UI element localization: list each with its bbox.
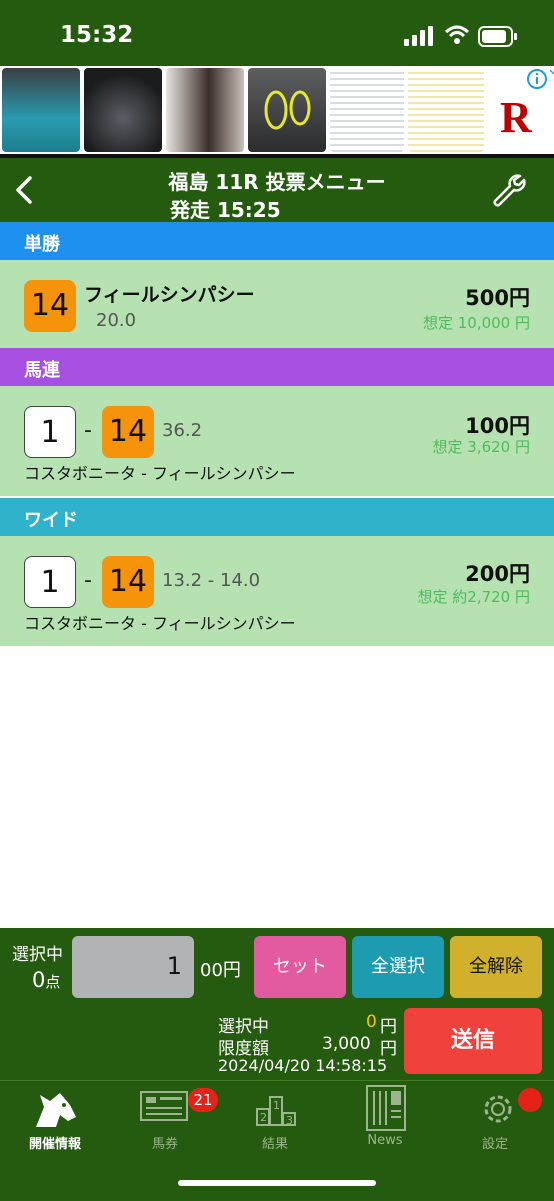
section-header-quinella: 馬連 — [0, 348, 554, 386]
horse-number-badge: 14 — [102, 406, 154, 458]
horse-number-badge: 14 — [24, 280, 76, 332]
unit-amount-input[interactable]: 1 — [72, 936, 194, 998]
set-button[interactable]: セット — [254, 936, 346, 998]
svg-text:1: 1 — [273, 1099, 280, 1112]
section-title: ワイド — [24, 510, 78, 531]
tab-race-info[interactable]: 開催情報 — [0, 1081, 110, 1161]
ad-image-sheet — [408, 68, 484, 152]
clear-all-button[interactable]: 全解除 — [450, 936, 542, 998]
wrench-icon[interactable] — [490, 172, 528, 210]
ad-image-table — [330, 68, 404, 152]
horse-names: コスタボニータ - フィールシンパシー — [24, 614, 296, 633]
cellular-signal-icon — [404, 26, 433, 46]
pair-dash: - — [84, 418, 92, 443]
status-bar: 15:32 — [0, 0, 554, 70]
settings-notification-dot — [518, 1088, 542, 1112]
bet-control-panel: 選択中 0点 1 00円 セット 全選択 全解除 選択中 0 円 限度額 3,0… — [0, 928, 554, 1080]
selection-label: 選択中 — [12, 945, 63, 965]
bet-amount: 500円 — [465, 286, 530, 310]
bet-amount: 200円 — [465, 562, 530, 586]
pair-dash: - — [84, 568, 92, 593]
selection-count: 0点 — [32, 968, 60, 992]
ad-banner[interactable]: R — [0, 66, 554, 154]
bet-row-win[interactable]: 14 フィールシンパシー 20.0 500円 想定 10,000 円 — [0, 260, 554, 348]
wifi-icon — [444, 25, 470, 44]
svg-text:3: 3 — [286, 1114, 293, 1127]
tab-label: 設定 — [481, 1137, 508, 1152]
ad-image-interior — [248, 68, 326, 152]
estimated-payout: 想定 約2,720 円 — [417, 588, 530, 606]
horse-number-badge: 1 — [24, 406, 76, 458]
tab-label: 馬券 — [151, 1137, 178, 1152]
horse-head-icon — [36, 1093, 76, 1127]
unit-amount-suffix: 00円 — [200, 960, 241, 981]
selected-amount-value: 0 — [366, 1012, 377, 1032]
horse-names: コスタボニータ - フィールシンパシー — [24, 464, 296, 483]
tab-label: 開催情報 — [28, 1137, 81, 1152]
section-title: 馬連 — [24, 360, 60, 381]
selection-count-value: 0 — [32, 968, 46, 992]
ad-info-icon[interactable] — [526, 68, 548, 90]
ad-image-seat — [166, 68, 244, 152]
section-title: 単勝 — [24, 234, 60, 255]
ad-brand-logo: R — [500, 93, 532, 142]
section-header-wide: ワイド — [0, 498, 554, 536]
select-all-button[interactable]: 全選択 — [352, 936, 444, 998]
tab-results[interactable]: 2 1 3 結果 — [220, 1081, 330, 1161]
current-datetime: 2024/04/20 14:58:15 — [218, 1056, 388, 1075]
newspaper-icon — [366, 1085, 406, 1131]
page-title: 福島 11R 投票メニュー — [168, 170, 386, 194]
horse-number-badge: 14 — [102, 556, 154, 608]
svg-text:2: 2 — [260, 1111, 267, 1124]
start-time: 発走 15:25 — [170, 198, 281, 222]
home-indicator — [178, 1180, 376, 1186]
tab-label: 結果 — [261, 1137, 288, 1152]
ad-close-icon[interactable] — [550, 70, 554, 88]
section-header-win: 単勝 — [0, 222, 554, 260]
bet-row-wide[interactable]: 1 - 14 13.2 - 14.0 コスタボニータ - フィールシンパシー 2… — [0, 536, 554, 646]
bet-row-quinella[interactable]: 1 - 14 36.2 コスタボニータ - フィールシンパシー 100円 想定 … — [0, 386, 554, 496]
estimated-payout: 想定 10,000 円 — [422, 314, 530, 332]
horse-number-badge: 1 — [24, 556, 76, 608]
ad-image-steering — [84, 68, 162, 152]
odds-value: 36.2 — [162, 420, 203, 441]
gear-icon — [484, 1095, 512, 1123]
odds-value: 13.2 - 14.0 — [162, 570, 261, 591]
status-time: 15:32 — [60, 22, 134, 48]
ad-image-car-bed — [2, 68, 80, 152]
ticket-count-badge: 21 — [188, 1088, 218, 1112]
send-button[interactable]: 送信 — [404, 1008, 542, 1074]
ad-highlight-circles — [264, 90, 311, 130]
odds-value: 20.0 — [96, 310, 137, 331]
tab-label: News — [367, 1133, 403, 1148]
battery-icon — [478, 26, 517, 47]
tab-news[interactable]: News — [330, 1081, 440, 1161]
selection-count-unit: 点 — [45, 973, 61, 991]
horse-name: フィールシンパシー — [84, 284, 255, 306]
estimated-payout: 想定 3,620 円 — [432, 438, 530, 456]
nav-header: 福島 11R 投票メニュー 発走 15:25 — [0, 158, 554, 222]
ticket-icon — [140, 1091, 188, 1121]
podium-icon: 2 1 3 — [256, 1096, 296, 1127]
limit-value: 3,000 — [322, 1034, 371, 1054]
